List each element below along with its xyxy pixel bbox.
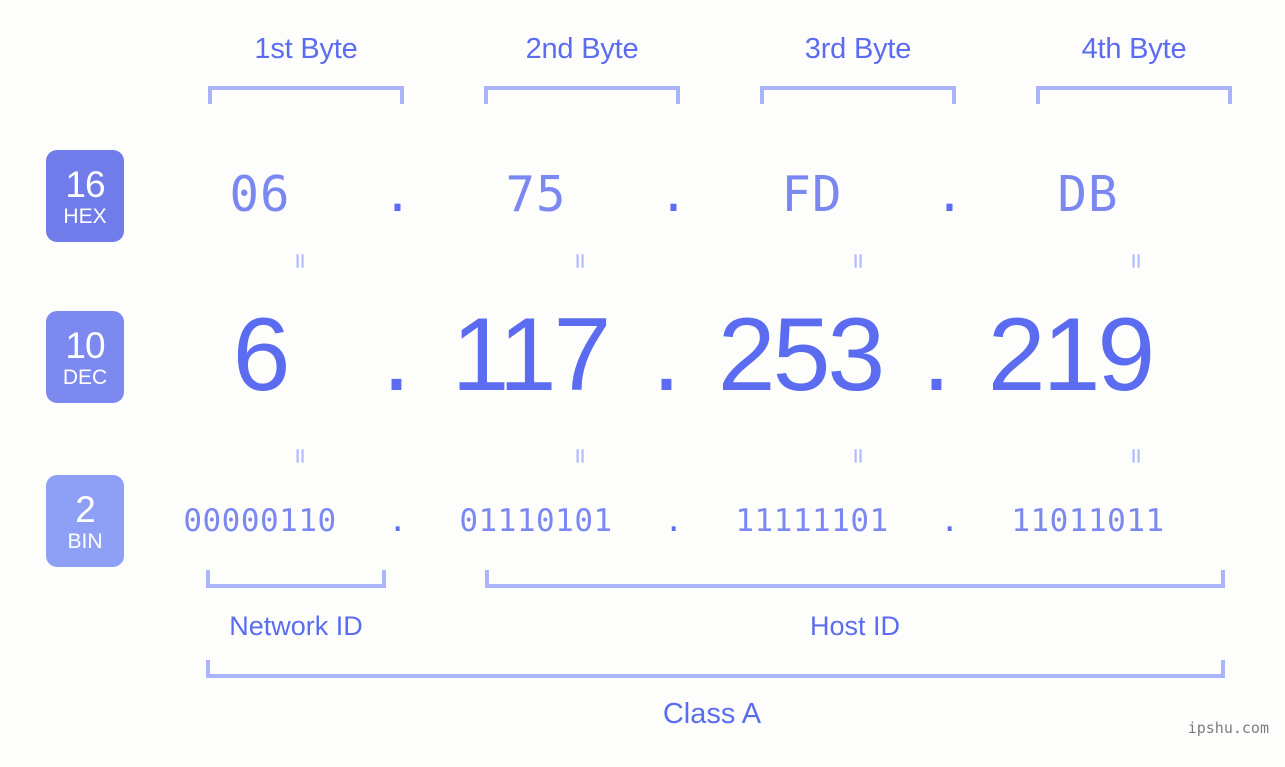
equals-mark-dec-bin-4: = <box>1121 448 1151 464</box>
ip-address-breakdown-diagram: 1st Byte 2nd Byte 3rd Byte 4th Byte 16 H… <box>0 0 1285 767</box>
hex-separator-3: . <box>934 165 966 223</box>
dec-value-row: 6 . 117 . 253 . 219 <box>0 297 1285 413</box>
network-id-label: Network ID <box>229 611 363 641</box>
dec-separator-2: . <box>652 297 681 413</box>
equals-mark-dec-bin-1: = <box>285 448 315 464</box>
hex-separator-2: . <box>658 165 690 223</box>
dec-separator-1: . <box>382 297 411 413</box>
byte-bracket-2 <box>484 86 680 104</box>
bin-separator-2: . <box>664 503 684 539</box>
dec-byte-4: 219 <box>987 297 1156 413</box>
site-watermark: ipshu.com <box>1187 719 1269 737</box>
dec-byte-3: 253 <box>717 297 886 413</box>
hex-byte-4: DB <box>1057 165 1119 223</box>
byte-bracket-1 <box>208 86 404 104</box>
bin-byte-1: 00000110 <box>183 503 337 539</box>
bin-byte-4: 11011011 <box>1011 503 1165 539</box>
dec-byte-2: 117 <box>451 297 612 413</box>
bin-byte-2: 01110101 <box>459 503 613 539</box>
class-bracket <box>206 660 1225 678</box>
byte-header-label-1: 1st Byte <box>254 33 358 65</box>
host-id-label: Host ID <box>809 611 901 641</box>
byte-header-label-2: 2nd Byte <box>525 33 639 65</box>
bin-separator-3: . <box>940 503 960 539</box>
equals-mark-dec-bin-2: = <box>565 448 595 464</box>
dec-byte-1: 6 <box>232 297 291 413</box>
bin-byte-3: 11111101 <box>735 503 889 539</box>
byte-header-label-4: 4th Byte <box>1081 33 1187 65</box>
hex-separator-1: . <box>382 165 414 223</box>
byte-bracket-4 <box>1036 86 1232 104</box>
network-id-bracket <box>206 570 386 588</box>
byte-header-label-3: 3rd Byte <box>804 33 912 65</box>
equals-mark-hex-dec-2: = <box>565 253 595 269</box>
dec-separator-3: . <box>922 297 951 413</box>
bin-value-row: 00000110 . 01110101 . 11111101 . 1101101… <box>0 492 1285 550</box>
equals-mark-hex-dec-4: = <box>1121 253 1151 269</box>
hex-byte-3: FD <box>781 165 843 223</box>
hex-value-row: 06 . 75 . FD . DB <box>0 148 1285 240</box>
class-label: Class A <box>662 698 762 730</box>
hex-byte-2: 75 <box>505 165 567 223</box>
equals-mark-dec-bin-3: = <box>843 448 873 464</box>
hex-byte-1: 06 <box>229 165 291 223</box>
equals-mark-hex-dec-3: = <box>843 253 873 269</box>
equals-mark-hex-dec-1: = <box>285 253 315 269</box>
host-id-bracket <box>485 570 1225 588</box>
bin-separator-1: . <box>388 503 408 539</box>
byte-bracket-3 <box>760 86 956 104</box>
